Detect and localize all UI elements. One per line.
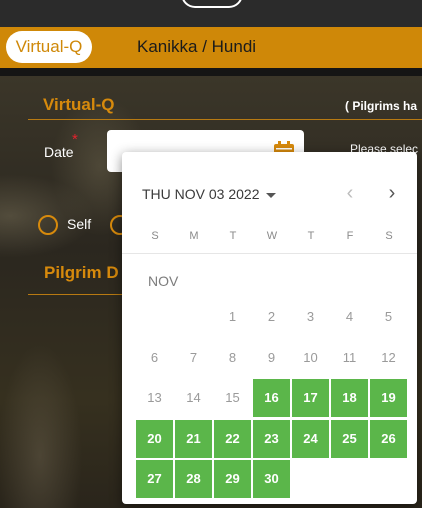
day-cell-available[interactable]: 18	[331, 379, 368, 417]
weekday-fri: F	[346, 230, 354, 242]
weekday-header-row: S M T W T F S	[135, 230, 407, 244]
day-cell-available[interactable]: 29	[214, 460, 251, 498]
day-cell-disabled: 7	[189, 349, 198, 365]
nav-tab-virtual-q[interactable]: Virtual-Q	[6, 31, 92, 63]
day-cell-available[interactable]: 23	[253, 419, 290, 458]
day-cell-available[interactable]: 27	[136, 460, 173, 498]
day-cell-available[interactable]: 30	[253, 460, 290, 498]
day-cell-disabled: 10	[303, 349, 318, 365]
day-cell-disabled: 6	[150, 349, 159, 365]
weekday-tue: T	[229, 230, 237, 242]
weekday-mon: M	[189, 230, 199, 242]
weekday-sat: S	[385, 230, 393, 242]
required-indicator: *	[72, 131, 78, 148]
day-cell-disabled: 12	[381, 349, 396, 365]
day-cell-available[interactable]: 20	[136, 419, 173, 458]
main-nav-bar: Virtual-Q Kanikka / Hundi	[0, 27, 422, 68]
weekday-thu: T	[307, 230, 315, 242]
top-header-bar	[0, 0, 422, 27]
day-cell-available[interactable]: 21	[175, 419, 212, 458]
day-cell-available[interactable]: 17	[292, 379, 329, 417]
section-divider	[28, 119, 422, 120]
date-field-label: Date	[44, 144, 74, 160]
datepicker-popup: THU NOV 03 2022 ‹ › S M T W T F S NOV 12…	[122, 152, 417, 504]
section-title-virtual-q: Virtual-Q	[43, 95, 115, 114]
next-month-icon[interactable]: ›	[384, 183, 400, 203]
day-cell-disabled: 15	[225, 390, 240, 405]
day-cell-available[interactable]: 19	[370, 379, 407, 417]
day-cell-available[interactable]: 24	[292, 419, 329, 458]
day-cell-disabled: 13	[147, 390, 162, 405]
weekday-sun: S	[151, 230, 159, 242]
nav-shadow-divider	[0, 68, 422, 76]
day-cell-available[interactable]: 25	[331, 419, 368, 458]
day-cell-disabled: 8	[228, 349, 237, 365]
chevron-down-icon	[265, 192, 276, 198]
day-cell-disabled: 2	[267, 309, 276, 324]
month-label: NOV	[148, 273, 179, 289]
day-cell-disabled: 5	[384, 309, 393, 324]
day-cell-disabled: 3	[306, 309, 315, 324]
day-cell-disabled: 9	[267, 349, 276, 365]
day-cell-disabled: 14	[186, 390, 201, 405]
nav-tab-kanikka-hundi[interactable]: Kanikka / Hundi	[137, 27, 256, 68]
day-cell-disabled: 1	[228, 309, 237, 324]
temple-logo-icon	[181, 0, 243, 8]
datepicker-header[interactable]: THU NOV 03 2022	[142, 186, 276, 202]
day-grid: 1 2 3 4 5 6 7 8 9 10 11 12 13 14 15 16 17 18 19 20 21 22 23 24 2…	[135, 298, 407, 498]
day-cell-available[interactable]: 26	[370, 419, 407, 458]
datepicker-divider	[122, 253, 417, 254]
pilgrim-info-note: ( Pilgrims ha	[345, 99, 418, 113]
pilgrim-details-title: Pilgrim D	[44, 263, 119, 282]
day-cell-available[interactable]: 22	[214, 419, 251, 458]
pilgrim-section-divider	[28, 294, 128, 295]
day-cell-disabled: 4	[345, 309, 354, 324]
radio-self-label: Self	[67, 216, 92, 232]
day-cell-available[interactable]: 16	[253, 379, 290, 417]
radio-self[interactable]	[38, 215, 58, 235]
day-cell-disabled: 11	[342, 349, 357, 365]
prev-month-icon[interactable]: ‹	[342, 183, 358, 203]
selected-date-label: THU NOV 03 2022	[142, 186, 260, 202]
day-cell-available[interactable]: 28	[175, 460, 212, 498]
weekday-wed: W	[266, 230, 278, 242]
